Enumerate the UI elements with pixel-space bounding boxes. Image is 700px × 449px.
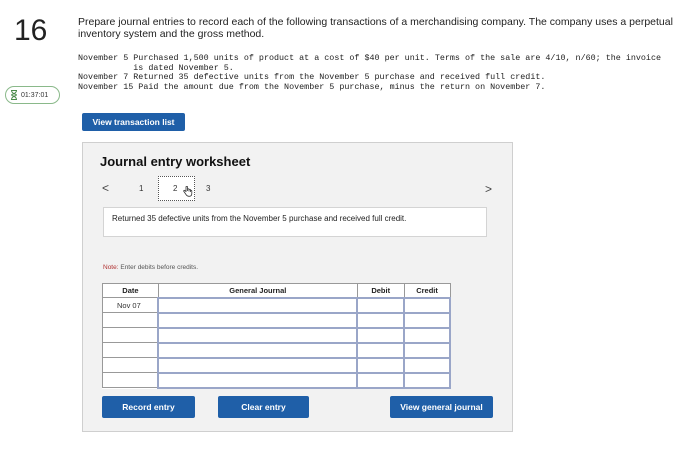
- date-cell: [102, 372, 159, 388]
- record-entry-button[interactable]: Record entry: [102, 396, 195, 418]
- credit-input[interactable]: [403, 311, 451, 329]
- next-page-icon[interactable]: >: [485, 182, 492, 196]
- page-1-link[interactable]: 1: [139, 184, 143, 193]
- credit-input[interactable]: [403, 326, 451, 344]
- debit-input[interactable]: [356, 371, 406, 389]
- debit-input[interactable]: [356, 296, 406, 314]
- question-prompt: Prepare journal entries to record each o…: [78, 16, 673, 40]
- credit-input[interactable]: [403, 341, 451, 359]
- table-row: [102, 356, 451, 374]
- table-row: [102, 326, 451, 344]
- transaction-list-text: November 5 Purchased 1,500 units of prod…: [78, 53, 688, 92]
- table-row: [102, 371, 451, 389]
- date-column-header: Date: [102, 283, 159, 298]
- date-cell: [102, 312, 159, 328]
- worksheet-pagination: < 1 2 3 >: [100, 176, 495, 201]
- date-cell: [102, 327, 159, 343]
- note-prefix: Note:: [103, 264, 119, 271]
- clear-entry-button[interactable]: Clear entry: [218, 396, 309, 418]
- general-journal-column-header: General Journal: [157, 283, 358, 298]
- page-3-link[interactable]: 3: [206, 184, 210, 193]
- account-input[interactable]: [157, 311, 359, 329]
- note-body: Enter debits before credits.: [118, 264, 199, 271]
- account-input[interactable]: [157, 296, 359, 314]
- page-2-label: 2: [173, 184, 178, 193]
- table-row: [102, 311, 451, 329]
- previous-page-icon[interactable]: <: [102, 181, 109, 195]
- hand-cursor-icon: [183, 186, 193, 197]
- note-text: Note: Enter debits before credits.: [103, 264, 198, 271]
- view-general-journal-button[interactable]: View general journal: [390, 396, 493, 418]
- account-input[interactable]: [157, 356, 359, 374]
- credit-input[interactable]: [403, 296, 451, 314]
- hourglass-icon: [10, 90, 18, 100]
- table-row: [102, 341, 451, 359]
- account-input[interactable]: [157, 341, 359, 359]
- credit-input[interactable]: [403, 356, 451, 374]
- question-number: 16: [14, 14, 48, 47]
- journal-table: Date General Journal Debit Credit Nov 07: [102, 283, 451, 389]
- debit-input[interactable]: [356, 311, 406, 329]
- transaction-line: November 15 Paid the amount due from the…: [78, 81, 546, 92]
- account-input[interactable]: [157, 371, 359, 389]
- timer-value: 01:37:01: [21, 91, 49, 99]
- transaction-description: Returned 35 defective units from the Nov…: [103, 207, 487, 237]
- date-cell: [102, 357, 159, 373]
- credit-input[interactable]: [403, 371, 451, 389]
- credit-column-header: Credit: [403, 283, 451, 298]
- debit-input[interactable]: [356, 326, 406, 344]
- timer: 01:37:01: [5, 86, 60, 104]
- worksheet-title: Journal entry worksheet: [100, 154, 251, 169]
- page-2-current[interactable]: 2: [158, 176, 195, 201]
- table-header-row: Date General Journal Debit Credit: [102, 283, 451, 298]
- date-cell: [102, 342, 159, 358]
- debit-column-header: Debit: [356, 283, 405, 298]
- date-cell: Nov 07: [102, 297, 159, 313]
- debit-input[interactable]: [356, 341, 406, 359]
- journal-entry-worksheet: Journal entry worksheet < 1 2 3 > Return…: [82, 142, 513, 432]
- debit-input[interactable]: [356, 356, 406, 374]
- account-input[interactable]: [157, 326, 359, 344]
- view-transaction-list-button[interactable]: View transaction list: [82, 113, 185, 131]
- table-row: Nov 07: [102, 296, 451, 314]
